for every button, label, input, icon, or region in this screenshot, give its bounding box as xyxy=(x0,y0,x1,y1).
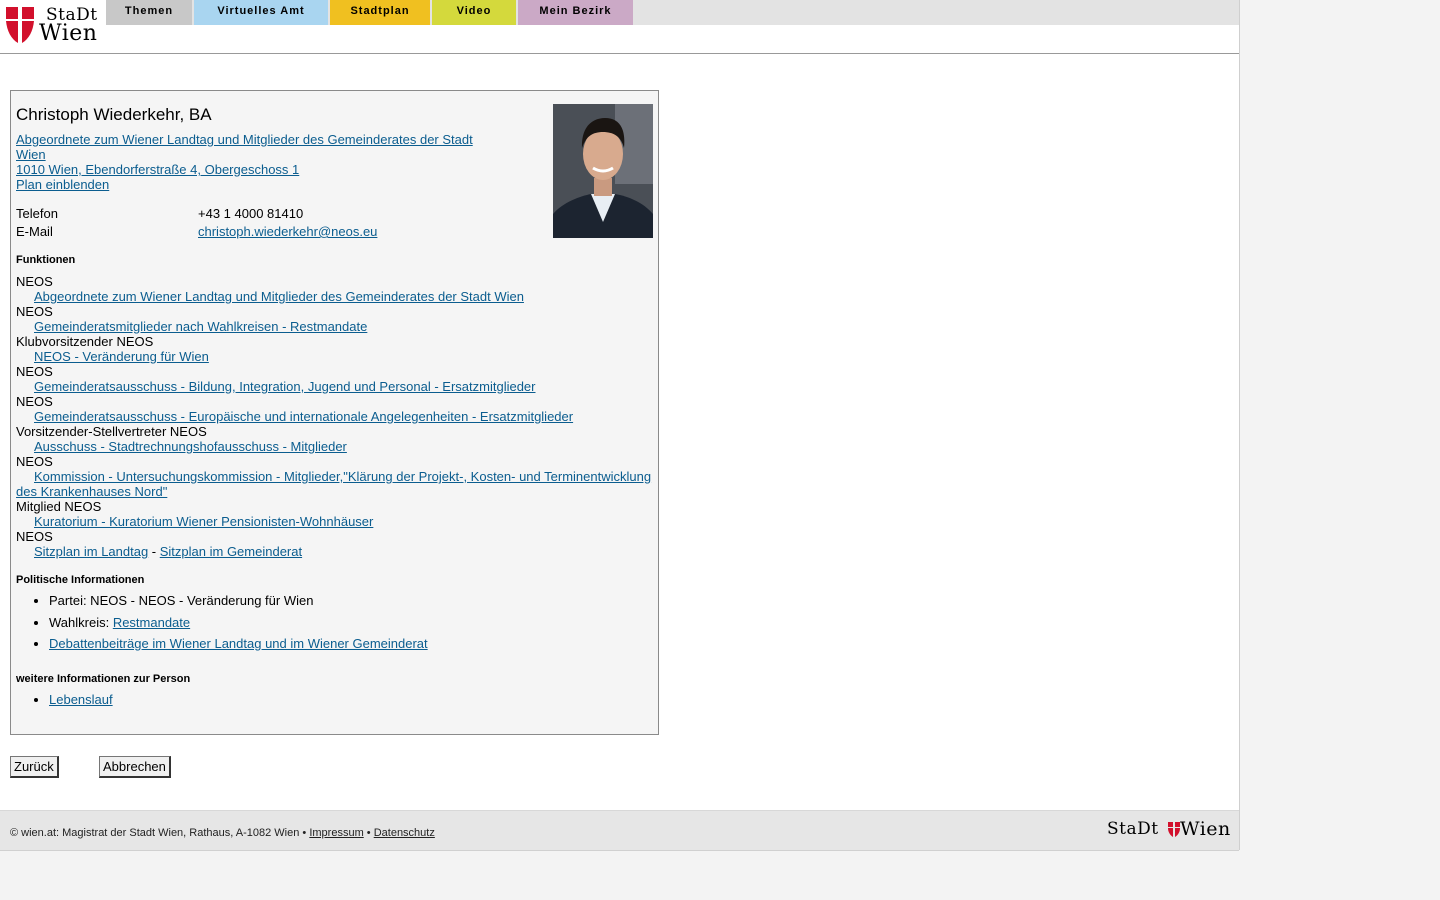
function-link[interactable]: Kuratorium - Kuratorium Wiener Pensionis… xyxy=(34,514,373,529)
debates-link[interactable]: Debattenbeiträge im Wiener Landtag und i… xyxy=(49,636,428,651)
portrait-image xyxy=(553,104,653,238)
tab-virtuelles-amt[interactable]: Virtuelles Amt xyxy=(194,0,328,25)
wahlkreis-label: Wahlkreis: xyxy=(49,614,113,630)
stadt-wien-logo[interactable]: StaDt Wien xyxy=(6,5,102,46)
address-link[interactable]: 1010 Wien, Ebendorferstraße 4, Obergesch… xyxy=(16,162,299,177)
person-detail-panel: Christoph Wiederkehr, BA Abgeordnete zum… xyxy=(10,90,659,735)
function-role: NEOS xyxy=(16,394,53,409)
function-role: NEOS xyxy=(16,454,53,469)
function-link[interactable]: Ausschuss - Stadtrechnungshofausschuss -… xyxy=(34,439,347,454)
function-role: NEOS xyxy=(16,529,53,544)
more-info-list: Lebenslauf xyxy=(16,692,113,714)
list-item: Debattenbeiträge im Wiener Landtag und i… xyxy=(49,636,428,658)
footer-bullet: • xyxy=(363,827,374,839)
function-role: NEOS xyxy=(16,274,53,289)
function-link[interactable]: Kommission - Untersuchungskommission - M… xyxy=(16,469,651,499)
function-link[interactable]: Abgeordnete zum Wiener Landtag und Mitgl… xyxy=(34,289,524,304)
functions-heading: Funktionen xyxy=(16,254,76,266)
organisation-link[interactable]: Abgeordnete zum Wiener Landtag und Mitgl… xyxy=(16,132,473,147)
email-label: E-Mail xyxy=(16,224,53,239)
function-link[interactable]: Gemeinderatsmitglieder nach Wahlkreisen … xyxy=(34,319,367,334)
list-item: Wahlkreis: Restmandate xyxy=(49,615,428,637)
impressum-link[interactable]: Impressum xyxy=(309,827,363,839)
phone-value: +43 1 4000 81410 xyxy=(198,206,304,221)
seat-plan-landtag-link[interactable]: Sitzplan im Landtag xyxy=(34,544,148,559)
function-role: Mitglied NEOS xyxy=(16,499,102,514)
list-item: Lebenslauf xyxy=(49,692,113,714)
footer-text: © wien.at: Magistrat der Stadt Wien, Rat… xyxy=(10,827,435,839)
more-info-heading: weitere Informationen zur Person xyxy=(16,673,191,685)
address-block: Abgeordnete zum Wiener Landtag und Mitgl… xyxy=(16,132,473,192)
function-link[interactable]: NEOS - Veränderung für Wien xyxy=(34,349,209,364)
function-link[interactable]: Gemeinderatsausschuss - Bildung, Integra… xyxy=(34,379,536,394)
seat-plan-gemeinderat-link[interactable]: Sitzplan im Gemeinderat xyxy=(160,544,302,559)
footer: © wien.at: Magistrat der Stadt Wien, Rat… xyxy=(0,810,1239,851)
person-name: Christoph Wiederkehr, BA xyxy=(16,105,212,124)
copyright-text: © wien.at: Magistrat der Stadt Wien, Rat… xyxy=(10,827,310,839)
political-info-heading: Politische Informationen xyxy=(16,574,145,586)
tab-stadtplan[interactable]: Stadtplan xyxy=(330,0,430,25)
back-button[interactable]: Zurück xyxy=(10,756,59,778)
tab-mein-bezirk[interactable]: Mein Bezirk xyxy=(518,0,633,25)
datenschutz-link[interactable]: Datenschutz xyxy=(374,827,435,839)
email-link[interactable]: christoph.wiederkehr@neos.eu xyxy=(198,224,377,239)
page: StaDt Wien Themen Virtuelles Amt Stadtpl… xyxy=(0,0,1240,851)
footer-shield-icon xyxy=(1168,822,1180,837)
footer-logo-wien: Wien xyxy=(1180,818,1231,840)
function-link[interactable]: Gemeinderatsausschuss - Europäische und … xyxy=(34,409,573,424)
main-navigation: Themen Virtuelles Amt Stadtplan Video Me… xyxy=(106,0,1239,25)
party-text: Partei: NEOS - NEOS - Veränderung für Wi… xyxy=(49,593,314,608)
cancel-button[interactable]: Abbrechen xyxy=(99,756,171,778)
person-photo xyxy=(553,104,653,238)
function-role: Vorsitzender-Stellvertreter NEOS xyxy=(16,424,207,439)
logo-wien-text: Wien xyxy=(39,21,98,46)
header: StaDt Wien Themen Virtuelles Amt Stadtpl… xyxy=(0,0,1239,54)
organisation-link-cont[interactable]: Wien xyxy=(16,147,46,162)
political-info-list: Partei: NEOS - NEOS - Veränderung für Wi… xyxy=(16,593,428,658)
wahlkreis-link[interactable]: Restmandate xyxy=(113,615,190,630)
tab-video[interactable]: Video xyxy=(432,0,516,25)
functions-list: NEOS Abgeordnete zum Wiener Landtag und … xyxy=(16,274,653,559)
footer-logo[interactable]: StaDt Wien xyxy=(1107,818,1232,841)
tab-themen[interactable]: Themen xyxy=(106,0,192,25)
function-role: Klubvorsitzender NEOS xyxy=(16,334,154,349)
list-item: Partei: NEOS - NEOS - Veränderung für Wi… xyxy=(49,593,428,615)
cv-link[interactable]: Lebenslauf xyxy=(49,692,113,707)
seat-separator: - xyxy=(148,544,160,559)
wien-shield-icon xyxy=(6,7,34,43)
show-map-link[interactable]: Plan einblenden xyxy=(16,177,109,192)
function-role: NEOS xyxy=(16,364,53,379)
function-role: NEOS xyxy=(16,304,53,319)
footer-logo-stadt: StaDt xyxy=(1107,819,1159,839)
phone-label: Telefon xyxy=(16,206,58,221)
